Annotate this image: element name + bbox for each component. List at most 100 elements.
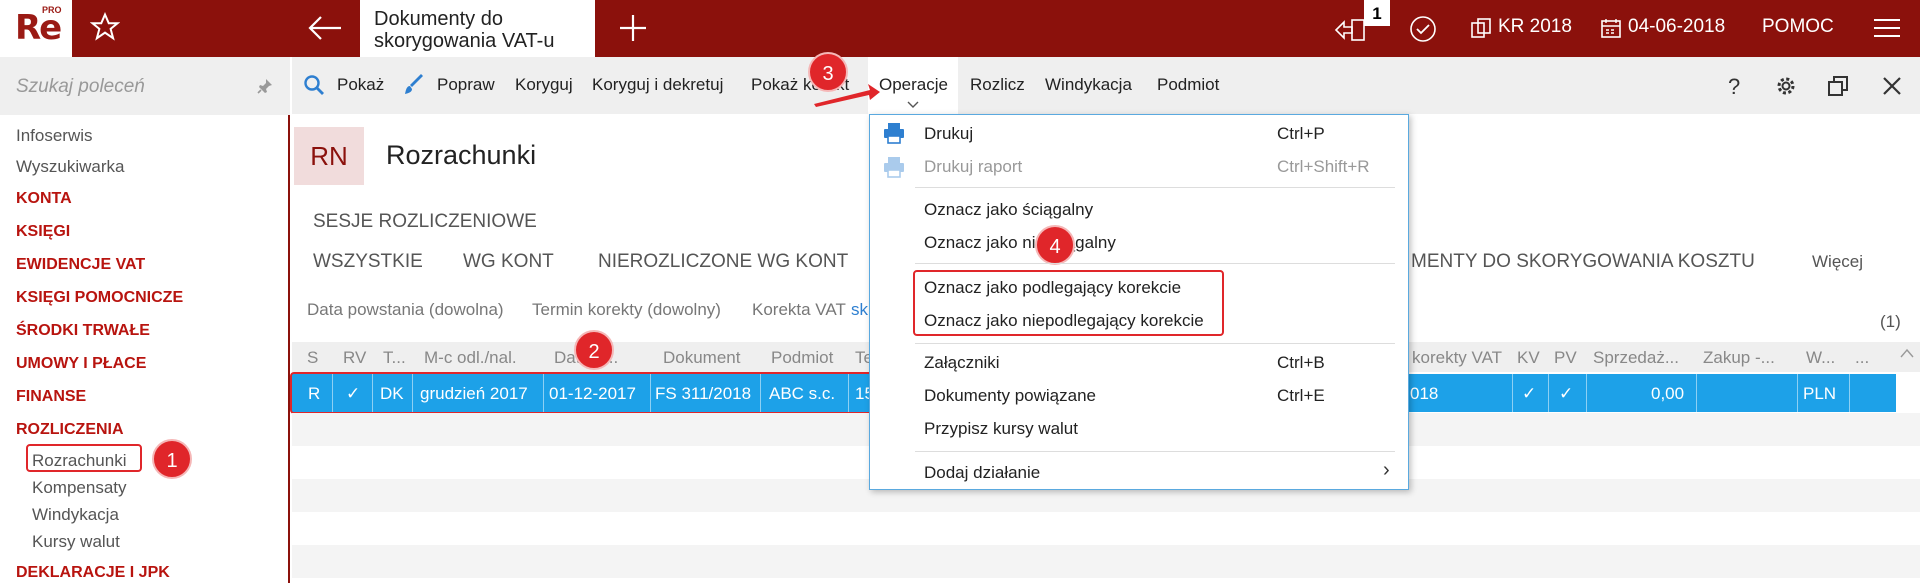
- svg-text:?: ?: [1728, 74, 1740, 98]
- close-icon[interactable]: [1882, 76, 1902, 96]
- menu-item-mark-uncollectible[interactable]: Oznacz jako nieściągalny: [924, 233, 1116, 253]
- notifications-icon[interactable]: [1332, 14, 1368, 46]
- correct-button[interactable]: Koryguj: [515, 75, 573, 95]
- sidebar-item-rozliczenia[interactable]: ROZLICZENIA: [16, 421, 124, 439]
- search-placeholder: Szukaj poleceń: [16, 76, 145, 97]
- search-icon[interactable]: [303, 74, 325, 96]
- sidebar-item-finanse[interactable]: FINANSE: [16, 388, 86, 406]
- step-4-marker: 4: [1035, 225, 1075, 265]
- chevron-down-icon: [907, 101, 919, 108]
- menu-item-related-documents[interactable]: Dokumenty powiązane: [924, 386, 1096, 406]
- column-header[interactable]: PV: [1554, 348, 1577, 368]
- submenu-chevron-icon: ›: [1383, 459, 1390, 481]
- sidebar-item-kompensaty[interactable]: Kompensaty: [32, 478, 127, 498]
- entity-button[interactable]: Podmiot: [1157, 75, 1219, 95]
- tab-documents-vat[interactable]: Dokumenty do skorygowania VAT-u: [360, 0, 595, 57]
- tab-wszystkie[interactable]: WSZYSTKIE: [313, 251, 423, 273]
- menu-item-print-report: Drukuj raport: [924, 157, 1023, 176]
- more-tabs-button[interactable]: Więcej: [1812, 252, 1863, 272]
- tab-nierozliczone[interactable]: NIEROZLICZONE WG KONT: [598, 251, 848, 273]
- shortcut-attachments: Ctrl+B: [1277, 353, 1325, 372]
- notification-count-badge: 1: [1364, 0, 1390, 26]
- fiscal-year[interactable]: KR 2018: [1498, 16, 1572, 38]
- column-header[interactable]: M-c odl./nal.: [424, 348, 517, 368]
- sidebar-item-ksiegi-pomocnicze[interactable]: KSIĘGI POMOCNICZE: [16, 289, 183, 307]
- gear-icon[interactable]: [1774, 74, 1798, 98]
- recovery-button[interactable]: Windykacja: [1045, 75, 1132, 95]
- show-button[interactable]: Pokaż: [337, 75, 384, 95]
- column-header[interactable]: Zakup -...: [1703, 348, 1775, 368]
- favorite-star-icon[interactable]: [90, 12, 120, 42]
- column-header[interactable]: Podmiot: [771, 348, 833, 368]
- new-tab-plus-icon[interactable]: [615, 10, 651, 46]
- sidebar-item-windykacja[interactable]: Windykacja: [32, 505, 119, 525]
- menu-divider: [915, 263, 1395, 264]
- column-header[interactable]: RV: [343, 348, 366, 368]
- filter-vat-correction[interactable]: Korekta VAT: [752, 300, 846, 320]
- sidebar-item-ksiegi[interactable]: KSIĘGI: [16, 223, 70, 241]
- sidebar-item-wyszukiwarka[interactable]: Wyszukiwarka: [16, 157, 124, 177]
- fix-button[interactable]: Popraw: [437, 75, 495, 95]
- settle-button[interactable]: Rozlicz: [970, 75, 1025, 95]
- column-header[interactable]: KV: [1517, 348, 1540, 368]
- arrow-pointer-icon: [814, 84, 880, 107]
- step-2-marker: 2: [574, 330, 614, 370]
- command-search-input[interactable]: Szukaj poleceń: [0, 57, 290, 115]
- sidebar-item-ewidencje-vat[interactable]: EWIDENCJE VAT: [16, 256, 145, 274]
- sidebar-item-deklaracje-jpk[interactable]: DEKLARACJE I JPK: [16, 564, 170, 582]
- menu-item-mark-subject-correction[interactable]: Oznacz jako podlegający korekcie: [924, 278, 1181, 298]
- pin-icon[interactable]: [256, 77, 274, 95]
- work-date[interactable]: 04-06-2018: [1628, 16, 1725, 38]
- page-title: Rozrachunki: [386, 140, 537, 170]
- sidebar-item-infoserwis[interactable]: Infoserwis: [16, 126, 93, 146]
- column-header[interactable]: S: [307, 348, 318, 368]
- shortcut-print-report: Ctrl+Shift+R: [1277, 157, 1370, 176]
- menu-item-mark-not-subject-correction[interactable]: Oznacz jako niepodlegający korekcie: [924, 311, 1204, 331]
- column-header[interactable]: W...: [1806, 348, 1835, 368]
- cell-kv: ✓: [1522, 384, 1537, 403]
- column-header[interactable]: korekty VAT: [1412, 348, 1502, 368]
- empty-row: [292, 545, 1920, 578]
- column-header[interactable]: T...: [383, 348, 406, 368]
- brush-edit-icon[interactable]: [403, 74, 425, 96]
- sidebar-item-rozrachunki[interactable]: Rozrachunki: [32, 451, 127, 471]
- operations-menu-button[interactable]: Operacje: [879, 75, 948, 95]
- tab-wg-kont[interactable]: WG KONT: [463, 251, 554, 273]
- section-heading: SESJE ROZLICZENIOWE: [313, 211, 537, 232]
- hamburger-menu-icon[interactable]: [1872, 16, 1902, 40]
- tasks-check-icon[interactable]: [1408, 14, 1438, 44]
- menu-item-assign-rates[interactable]: Przypisz kursy walut: [924, 419, 1078, 439]
- back-arrow-icon[interactable]: [305, 12, 345, 44]
- menu-divider: [915, 451, 1395, 452]
- menu-item-attachments[interactable]: Załączniki: [924, 353, 1000, 373]
- correct-post-button[interactable]: Koryguj i dekretuj: [592, 75, 723, 95]
- sidebar-item-kursy-walut[interactable]: Kursy walut: [32, 532, 120, 552]
- column-header[interactable]: Sprzedaż...: [1593, 348, 1679, 368]
- tab-dokumenty-korekta-kosztu[interactable]: MENTY DO SKORYGOWANIA KOSZTU: [1411, 251, 1755, 273]
- printer-icon: [884, 123, 904, 144]
- restore-window-icon[interactable]: [1827, 75, 1849, 97]
- sidebar-item-konta[interactable]: KONTA: [16, 190, 72, 208]
- cell-sale: 0,00: [1651, 384, 1685, 403]
- menu-item-mark-collectible[interactable]: Oznacz jako ściągalny: [924, 200, 1093, 220]
- sidebar-item-umowy-place[interactable]: UMOWY I PŁACE: [16, 355, 146, 373]
- step-1-marker: 1: [152, 439, 192, 479]
- filter-vat-correction-value[interactable]: sk: [851, 300, 868, 320]
- help-link[interactable]: POMOC: [1762, 16, 1834, 38]
- app-logo[interactable]: Re PRO: [0, 0, 72, 57]
- printer-report-icon: [884, 157, 904, 178]
- filter-correction-term[interactable]: Termin korekty (dowolny): [532, 300, 721, 320]
- menu-item-print[interactable]: Drukuj: [924, 124, 973, 144]
- column-header[interactable]: ...: [1855, 348, 1869, 368]
- help-icon[interactable]: ?: [1723, 74, 1745, 98]
- shortcut-print: Ctrl+P: [1277, 124, 1325, 143]
- menu-divider: [915, 343, 1395, 344]
- calendar-icon: [1601, 19, 1621, 38]
- menu-item-add-action[interactable]: Dodaj działanie: [924, 463, 1040, 483]
- column-header[interactable]: Dokument: [663, 348, 740, 368]
- cell-correction: 018: [1410, 384, 1439, 403]
- record-count: (1): [1880, 312, 1901, 331]
- sidebar-item-srodki-trwale[interactable]: ŚRODKI TRWAŁE: [16, 322, 150, 340]
- filter-creation-date[interactable]: Data powstania (dowolna): [307, 300, 504, 320]
- scroll-up-icon[interactable]: [1900, 348, 1914, 358]
